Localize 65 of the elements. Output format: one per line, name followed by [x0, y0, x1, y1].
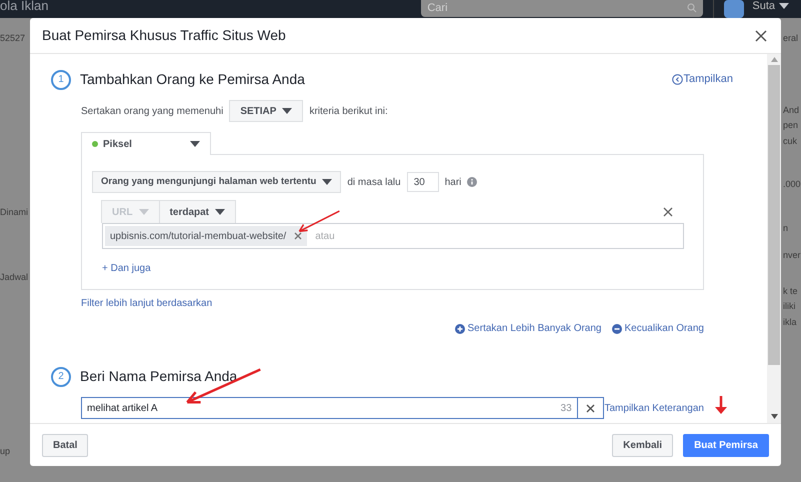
remove-icon[interactable]	[294, 232, 302, 240]
user-name[interactable]: Suta	[752, 0, 775, 14]
remove-button[interactable]	[663, 206, 675, 218]
include-link[interactable]: Sertakan Lebih Banyak Orang	[454, 321, 602, 336]
chevron-left-icon	[672, 74, 684, 85]
background-text: Dinami	[0, 206, 28, 218]
clear-button[interactable]	[576, 397, 604, 419]
arrow-drawing	[715, 396, 727, 414]
step-number: 1	[51, 70, 71, 90]
cancel-button[interactable]: Batal	[42, 434, 88, 456]
background-text: And	[783, 104, 800, 116]
name-input[interactable]: melihat artikel A	[87, 400, 561, 416]
background-text: .000	[783, 178, 801, 191]
rule-dropdown[interactable]: terdapat	[158, 200, 236, 223]
app-title: ola Iklan	[0, 0, 48, 16]
background-text: Jadwal	[0, 271, 28, 284]
minus-icon	[612, 324, 622, 334]
background-text: 52527	[0, 32, 26, 45]
caret-icon	[779, 3, 789, 9]
filter-link[interactable]: Filter lebih lanjut berdasarkan	[81, 296, 212, 311]
days-label: hari	[444, 176, 462, 190]
url-input[interactable]: atau	[315, 228, 681, 244]
back-button[interactable]: Kembali	[612, 434, 674, 456]
background-text: ikla	[783, 316, 797, 328]
criteria-label: Sertakan orang yang memenuhi	[81, 104, 224, 118]
exclude-link[interactable]: Kecualikan Orang	[612, 321, 704, 336]
step-number: 2	[51, 366, 71, 386]
avatar-icon[interactable]	[724, 0, 744, 18]
show-link[interactable]: Tampilkan	[672, 71, 733, 88]
background-text: k te	[783, 284, 798, 298]
caret-icon	[215, 209, 226, 215]
character-counter: 33	[560, 402, 572, 416]
days-field[interactable]: 30	[406, 172, 439, 192]
search-icon	[687, 3, 698, 13]
background-text: eral	[783, 32, 798, 45]
background-text: n	[783, 222, 788, 234]
background-text: iliki	[783, 300, 796, 313]
background-text: up	[0, 444, 10, 458]
caret-icon	[190, 141, 200, 147]
dialog-title: Buat Pemirsa Khusus Traffic Situs Web	[42, 26, 286, 45]
background-text: pen	[783, 119, 798, 132]
section-title: Tambahkan Orang ke Pemirsa Anda	[80, 70, 305, 89]
background-text: nver	[783, 249, 801, 262]
and-link[interactable]: + Dan juga	[102, 261, 151, 276]
url-field[interactable]: upbisnis.com/tutorial-membuat-website/ atau	[102, 223, 684, 249]
description-link[interactable]: Tampilkan Keterangan	[604, 400, 704, 416]
create-button[interactable]: Buat Pemirsa	[683, 434, 769, 456]
days-label: di masa lalu	[347, 176, 401, 190]
caret-icon	[322, 179, 332, 185]
criteria-label: kriteria berikut ini:	[309, 104, 388, 118]
source-tab[interactable]: Piksel	[81, 132, 211, 155]
close-button[interactable]	[755, 28, 769, 42]
info-icon	[467, 177, 478, 187]
scroll-down-icon[interactable]	[770, 414, 778, 419]
url-token: upbisnis.com/tutorial-membuat-website/	[105, 226, 308, 246]
criteria-dropdown[interactable]: SETIAP	[229, 100, 304, 122]
caret-icon	[282, 108, 292, 114]
name-field[interactable]: melihat artikel A 33	[81, 397, 578, 419]
plus-icon	[454, 324, 465, 334]
background-text: cuk	[783, 134, 798, 148]
rule-dropdown[interactable]: Orang yang mengunjungi halaman web tertentu	[92, 171, 342, 193]
section-title: Beri Nama Pemirsa Anda	[80, 367, 238, 386]
scrollbar[interactable]	[767, 54, 781, 423]
close-icon	[586, 404, 596, 412]
caret-icon	[138, 209, 149, 215]
